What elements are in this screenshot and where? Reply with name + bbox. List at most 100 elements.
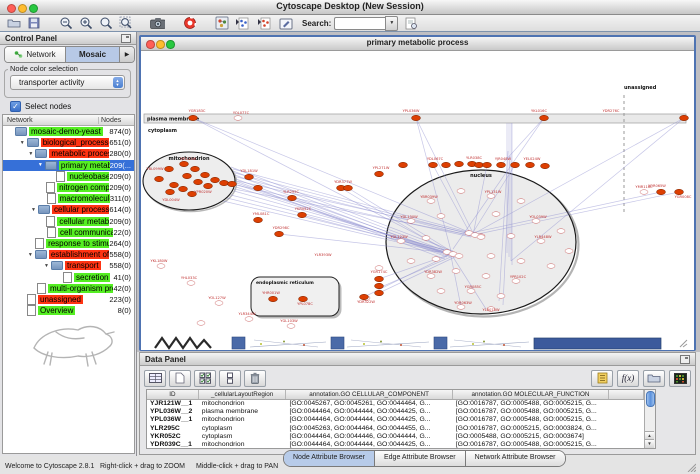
tree-row-label: transport (65, 261, 101, 270)
browser-tab-network[interactable]: Network Attribute Browser (465, 451, 565, 466)
window-resize-grip[interactable] (686, 462, 696, 472)
tree-row[interactable]: ▼metabolic process280(0) (3, 148, 134, 159)
table-row[interactable]: YJR121W__1mitochondrion[GO:0045267, GO:0… (147, 400, 644, 408)
tree-row-count: 209(0) (109, 217, 134, 226)
table-row[interactable]: YLR295Ccytoplasm[GO:0045263, GO:0044464,… (147, 425, 644, 433)
browser-tab-node[interactable]: Node Attribute Browser (284, 451, 374, 466)
open-session-button[interactable] (6, 16, 21, 30)
search-options-icon[interactable] (404, 16, 419, 30)
selected-gene-node (201, 172, 210, 177)
gene-node (457, 305, 465, 310)
network-view-frame[interactable]: primary metabolic process plasma membran… (139, 35, 696, 351)
table-row[interactable]: YPL036W__1mitochondrion[GO:0044464, GO:0… (147, 416, 644, 424)
search-input[interactable] (334, 17, 385, 30)
tree-column-network[interactable]: Network (3, 117, 98, 124)
snapshot-camera-icon[interactable] (150, 16, 165, 30)
table-row[interactable]: YKR052Ccytoplasm[GO:0044464, GO:0044446,… (147, 433, 644, 441)
gene-label: YDL067C (427, 157, 444, 161)
window-titlebar: Cytoscape Desktop (New Session) (0, 0, 700, 15)
tree-row[interactable]: secretion41(0) (3, 271, 134, 282)
tree-row[interactable]: response to stimulu264(0) (3, 238, 134, 249)
annotation-icon[interactable] (278, 16, 293, 30)
heatmap-icon[interactable] (669, 370, 691, 387)
import-attributes-icon[interactable] (256, 16, 273, 30)
attribute-grid[interactable]: ID_cellularLayoutRegionannotation.GO CEL… (147, 390, 644, 448)
zoom-selected-icon[interactable] (118, 16, 133, 30)
gene-node (517, 259, 525, 264)
search-dropdown-button[interactable]: ▼ (385, 16, 398, 31)
tab-mosaic[interactable]: Mosaic (65, 47, 120, 62)
tab-overflow-arrow[interactable]: ▶ (120, 47, 134, 62)
tree-row-label: nitrogen compo (57, 183, 109, 192)
tree-row[interactable]: unassigned223(0) (3, 294, 134, 305)
gene-label: YDL130W (400, 215, 418, 219)
tree-row[interactable]: ▼primary metabo209(... (3, 160, 134, 171)
tree-disclosure-icon[interactable]: ▼ (36, 162, 45, 168)
tab-network[interactable]: Network (5, 47, 65, 62)
tree-row-count: 209(... (110, 161, 134, 170)
help-lifering-icon[interactable] (182, 16, 197, 30)
data-panel-title: Data Panel (145, 355, 186, 364)
zoom-fit-icon[interactable] (98, 16, 113, 30)
tree-row[interactable]: mosaic-demo-yeast874(0) (3, 126, 134, 137)
tree-column-nodes[interactable]: Nodes (98, 117, 134, 124)
tree-disclosure-icon[interactable]: ▼ (26, 252, 35, 258)
tree-row[interactable]: multi-organism pro42(0) (3, 283, 134, 294)
tree-row[interactable]: ▼establishment of lo558(0) (3, 249, 134, 260)
unselect-attributes-icon[interactable] (219, 370, 241, 387)
save-session-button[interactable] (26, 16, 41, 30)
tree-row[interactable]: nitrogen compo209(0) (3, 182, 134, 193)
tree-row[interactable]: nucleobase-209(0) (3, 171, 134, 182)
float-panel-icon[interactable] (121, 34, 131, 43)
table-scrollbar[interactable]: ▲ ▼ (644, 390, 655, 448)
data-panel-toolbar: f(x) (144, 369, 691, 387)
float-data-panel-icon[interactable] (680, 355, 690, 364)
tree-disclosure-icon[interactable]: ▼ (42, 263, 51, 269)
tree-row[interactable]: macromolecule311(0) (3, 193, 134, 204)
table-column-header[interactable]: annotation.GO CELLULAR_COMPONENT (286, 390, 452, 399)
attribute-table-icon[interactable] (144, 370, 166, 387)
tree-row[interactable]: ▼biological_process651(0) (3, 137, 134, 148)
plugin-panel-icon[interactable] (214, 16, 229, 30)
table-column-header[interactable] (609, 390, 644, 399)
network-canvas[interactable]: plasma membranecytoplasmmitochondrionnuc… (141, 51, 694, 350)
select-nodes-checkbox[interactable]: ✓ (10, 101, 21, 112)
zoom-in-icon[interactable] (78, 16, 93, 30)
tree-row-count: 311(0) (110, 194, 134, 203)
tree-disclosure-icon[interactable]: ▼ (26, 151, 35, 157)
tree-row-count: 209(0) (109, 183, 134, 192)
tree-disclosure-icon[interactable]: ▼ (18, 140, 27, 146)
table-column-header[interactable]: annotation.GO MOLECULAR_FUNCTION (453, 390, 609, 399)
table-row[interactable]: YPL036W__2plasma membrane[GO:0044464, GO… (147, 408, 644, 416)
tree-disclosure-icon[interactable]: ▼ (29, 207, 38, 213)
zoom-out-icon[interactable] (58, 16, 73, 30)
select-attributes-icon[interactable] (194, 370, 216, 387)
network-frame-titlebar[interactable]: primary metabolic process (141, 37, 694, 51)
selected-gene-node (204, 183, 213, 188)
import-network-icon[interactable] (234, 16, 251, 30)
scroll-down-arrow[interactable]: ▼ (645, 439, 654, 448)
gene-node (507, 234, 515, 239)
tree-row[interactable]: cellular metabo209(0) (3, 216, 134, 227)
background-frame-preview (347, 342, 429, 347)
delete-attribute-trash-icon[interactable] (244, 370, 266, 387)
gene-node (487, 254, 495, 259)
tree-row[interactable]: cell communicat22(0) (3, 227, 134, 238)
new-attribute-icon[interactable] (169, 370, 191, 387)
table-cell: YPL036W__1 (147, 416, 199, 424)
import-attribute-file-icon[interactable] (643, 370, 665, 387)
gene-node (452, 269, 460, 274)
tree-row[interactable]: ▼transport558(0) (3, 260, 134, 271)
attribute-list-icon[interactable] (591, 370, 613, 387)
tree-row[interactable]: ▼cellular process614(0) (3, 204, 134, 215)
table-column-header[interactable]: _cellularLayoutRegion (199, 390, 287, 399)
function-builder-icon[interactable]: f(x) (617, 370, 639, 387)
table-row[interactable]: YDR039C__1mitochondrion[GO:0044464, GO:0… (147, 441, 644, 448)
attribute-browser-tabs: Node Attribute BrowserEdge Attribute Bro… (283, 450, 566, 467)
table-column-header[interactable]: ID (147, 390, 199, 399)
node-color-dropdown[interactable]: transporter activity ▲▼ (10, 75, 125, 90)
table-cell (609, 441, 644, 448)
tree-row[interactable]: Overview8(0) (3, 305, 134, 316)
browser-tab-edge[interactable]: Edge Attribute Browser (374, 451, 465, 466)
scrollbar-thumb[interactable] (646, 391, 655, 407)
